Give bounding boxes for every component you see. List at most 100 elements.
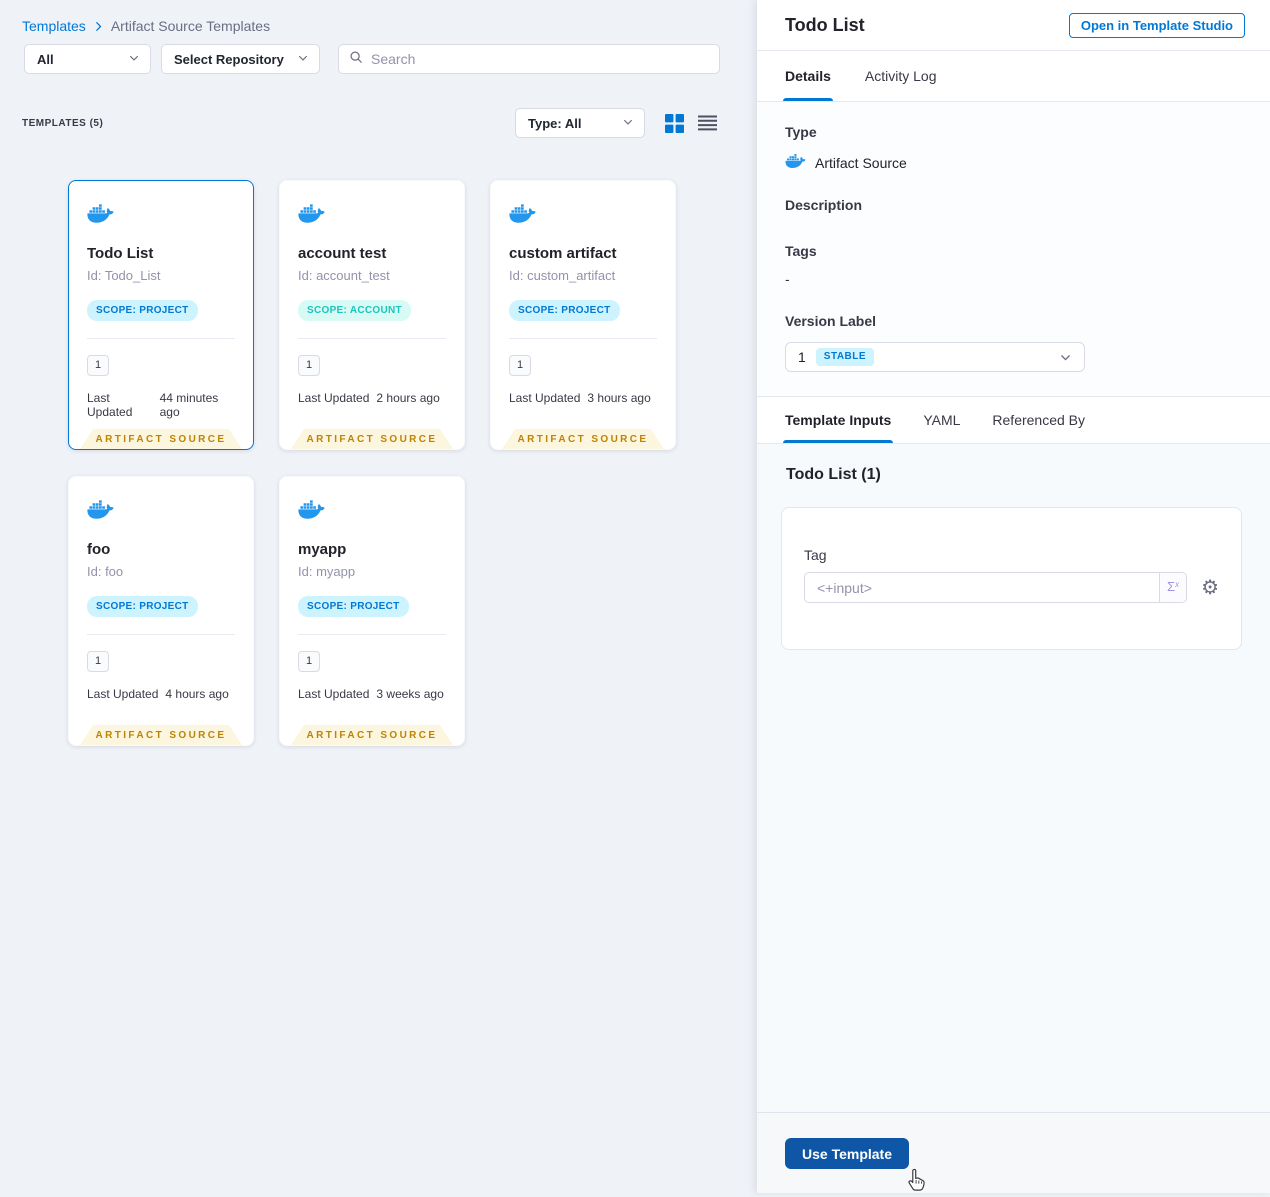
search-icon (349, 50, 363, 69)
card-divider (509, 338, 657, 339)
chevron-down-icon (622, 116, 634, 131)
card-id: Id: account_test (298, 268, 390, 283)
card-id: Id: Todo_List (87, 268, 161, 283)
scope-filter-dropdown[interactable]: All (24, 44, 151, 74)
inner-tabs: Template Inputs YAML Referenced By (757, 396, 1270, 444)
template-details-panel: Todo List Open in Template Studio Detail… (757, 0, 1270, 1193)
chevron-right-icon (93, 21, 104, 32)
scope-badge: SCOPE: PROJECT (298, 596, 409, 617)
tab-details[interactable]: Details (783, 51, 833, 101)
last-updated: Last Updated 3 weeks ago (298, 687, 446, 701)
inputs-heading: Todo List (1) (786, 466, 881, 483)
docker-icon (298, 500, 325, 524)
card-id: Id: foo (87, 564, 124, 579)
template-card-myapp[interactable]: myapp Id: myapp SCOPE: PROJECT 1 Last Up… (279, 476, 465, 746)
list-header: TEMPLATES (5) Type: All (0, 74, 757, 138)
template-card-todo-list[interactable]: Todo List Id: Todo_List SCOPE: PROJECT 1… (68, 180, 254, 450)
tab-template-inputs[interactable]: Template Inputs (782, 397, 894, 443)
description-label: Description (785, 197, 863, 213)
docker-icon (785, 153, 806, 172)
template-type-ribbon: ARTIFACT SOURCE (80, 429, 242, 449)
filter-row: All Select Repository (0, 34, 757, 74)
search-input[interactable] (371, 51, 709, 67)
chevron-down-icon (297, 52, 309, 67)
type-label: Type (785, 124, 817, 140)
search-box[interactable] (338, 44, 720, 74)
version-label-dropdown[interactable]: 1 STABLE (785, 342, 1085, 372)
template-inputs-section: Todo List (1) Tag Σx ⚙ (757, 444, 1270, 1112)
tab-yaml[interactable]: YAML (923, 397, 960, 443)
repository-filter-dropdown[interactable]: Select Repository (161, 44, 320, 74)
scope-badge: SCOPE: ACCOUNT (298, 300, 411, 321)
breadcrumb-current: Artifact Source Templates (110, 18, 271, 34)
tags-label: Tags (785, 243, 817, 259)
last-updated: Last Updated 2 hours ago (298, 391, 446, 405)
list-view-icon[interactable] (698, 115, 717, 131)
scope-badge: SCOPE: PROJECT (87, 596, 198, 617)
tag-input-group: Σx (804, 572, 1188, 603)
card-divider (298, 634, 446, 635)
tag-input[interactable] (805, 573, 1160, 602)
templates-list-panel: Templates Artifact Source Templates All … (0, 0, 757, 1193)
card-title: custom artifact (509, 245, 617, 262)
scope-badge: SCOPE: PROJECT (87, 300, 198, 321)
template-type-ribbon: ARTIFACT SOURCE (502, 429, 664, 449)
type-filter-dropdown[interactable]: Type: All (515, 108, 645, 138)
template-type-ribbon: ARTIFACT SOURCE (291, 725, 453, 745)
runtime-input-sigma-button[interactable]: Σx (1159, 573, 1187, 602)
open-in-template-studio-button[interactable]: Open in Template Studio (1068, 12, 1245, 38)
templates-count-label: TEMPLATES (5) (22, 117, 104, 129)
template-cards-grid: Todo List Id: Todo_List SCOPE: PROJECT 1… (68, 180, 704, 746)
stable-badge: STABLE (815, 348, 875, 366)
last-updated-label: Last Updated (298, 391, 370, 405)
last-updated-label: Last Updated (298, 687, 370, 701)
panel-tabs: Details Activity Log (757, 51, 1270, 102)
docker-icon (298, 204, 325, 228)
scope-filter-value: All (37, 51, 54, 67)
chevron-down-icon (1059, 351, 1072, 364)
card-title: Todo List (87, 245, 154, 262)
version-count-badge: 1 (87, 651, 110, 672)
panel-title: Todo List (785, 14, 865, 35)
inputs-card: Tag Σx ⚙ (781, 507, 1242, 650)
template-type-ribbon: ARTIFACT SOURCE (291, 429, 453, 449)
version-count-badge: 1 (87, 355, 110, 376)
last-updated-value: 44 minutes ago (159, 391, 219, 419)
template-card-account-test[interactable]: account test Id: account_test SCOPE: ACC… (279, 180, 465, 450)
card-title: foo (87, 541, 111, 558)
card-divider (298, 338, 446, 339)
panel-footer: Use Template (757, 1112, 1270, 1193)
tab-activity-log[interactable]: Activity Log (865, 51, 937, 101)
last-updated-value: 2 hours ago (376, 391, 440, 405)
card-id: Id: myapp (298, 564, 356, 579)
type-value: Artifact Source (815, 154, 907, 171)
use-template-button[interactable]: Use Template (785, 1138, 909, 1169)
card-title: myapp (298, 541, 347, 558)
grid-view-icon[interactable] (665, 113, 684, 133)
breadcrumb: Templates Artifact Source Templates (0, 0, 757, 34)
template-card-foo[interactable]: foo Id: foo SCOPE: PROJECT 1 Last Update… (68, 476, 254, 746)
version-count-badge: 1 (298, 651, 321, 672)
panel-header: Todo List Open in Template Studio (757, 0, 1270, 51)
last-updated-value: 3 weeks ago (376, 687, 444, 701)
gear-icon[interactable]: ⚙ (1201, 578, 1219, 598)
view-toggle (665, 113, 717, 133)
last-updated-label: Last Updated (87, 391, 133, 419)
sigma-icon: Σ (1167, 579, 1176, 594)
tab-referenced-by[interactable]: Referenced By (992, 397, 1085, 443)
version-count-badge: 1 (298, 355, 321, 376)
card-divider (87, 338, 235, 339)
card-id: Id: custom_artifact (509, 268, 616, 283)
scope-badge: SCOPE: PROJECT (509, 300, 620, 321)
tag-label: Tag (804, 547, 827, 563)
docker-icon (87, 500, 114, 524)
docker-icon (87, 204, 114, 228)
last-updated: Last Updated 3 hours ago (509, 391, 657, 405)
version-value: 1 (798, 349, 806, 365)
card-divider (87, 634, 235, 635)
repository-filter-value: Select Repository (174, 51, 284, 67)
template-type-ribbon: ARTIFACT SOURCE (80, 725, 242, 745)
breadcrumb-templates-link[interactable]: Templates (22, 18, 86, 34)
template-card-custom-artifact[interactable]: custom artifact Id: custom_artifact SCOP… (490, 180, 676, 450)
type-filter-value: Type: All (528, 115, 582, 131)
